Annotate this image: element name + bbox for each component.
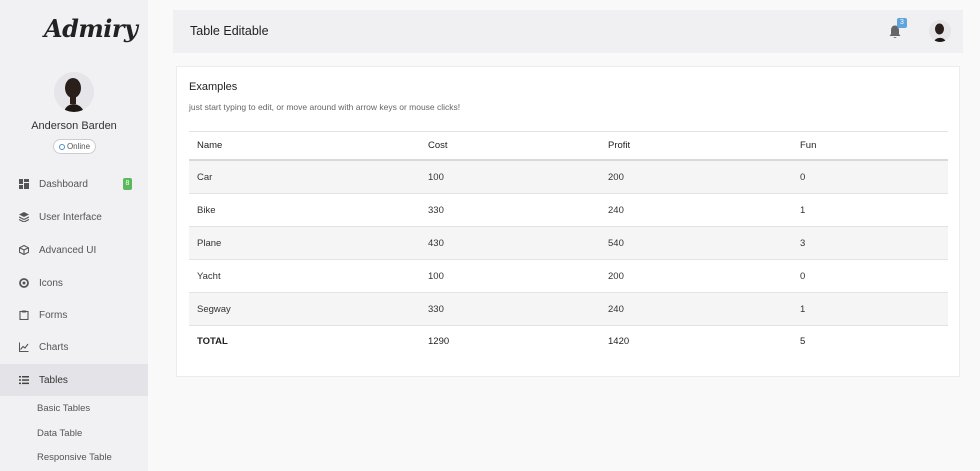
header-avatar[interactable] <box>929 20 951 42</box>
table-row: Plane 430 540 3 <box>189 227 948 260</box>
table-cell[interactable]: 1 <box>800 205 805 216</box>
column-header-name: Name <box>197 140 223 151</box>
table-row: Segway 330 240 1 <box>189 293 948 326</box>
sidebar-item-advanced-ui[interactable]: Advanced UI <box>0 234 148 266</box>
table-cell[interactable]: 330 <box>428 304 444 315</box>
table-cell[interactable]: 430 <box>428 238 444 249</box>
column-header-cost: Cost <box>428 140 448 151</box>
table-header-row: Name Cost Profit Fun <box>189 131 948 161</box>
table-cell[interactable]: 200 <box>608 172 624 183</box>
table-cell[interactable]: Bike <box>197 205 215 216</box>
dashboard-icon <box>19 179 29 189</box>
cube-icon <box>19 245 29 255</box>
table-cell[interactable]: 240 <box>608 304 624 315</box>
table-cell[interactable]: Yacht <box>197 271 221 282</box>
table-cell[interactable]: 540 <box>608 238 624 249</box>
notification-badge: 3 <box>897 18 907 28</box>
sidebar-item-label: Forms <box>39 309 68 321</box>
sidebar-item-label: Charts <box>39 341 69 353</box>
online-icon <box>58 143 65 150</box>
total-label: TOTAL <box>197 335 228 347</box>
sidebar-item-label: Icons <box>39 277 63 289</box>
table-cell[interactable]: 330 <box>428 205 444 216</box>
layers-icon <box>19 212 29 222</box>
table-cell[interactable]: Segway <box>197 304 231 315</box>
sidebar-item-label: User Interface <box>39 211 102 223</box>
sidebar-item-forms[interactable]: Forms <box>0 299 148 331</box>
sidebar-item-tables[interactable]: Tables <box>0 364 148 396</box>
column-header-fun: Fun <box>800 140 817 151</box>
card-title: Examples <box>189 81 238 93</box>
total-profit: 1420 <box>608 335 630 347</box>
brand-logo[interactable]: Admiry <box>44 14 138 43</box>
table-total-row: TOTAL 1290 1420 5 <box>189 326 948 356</box>
user-name: Anderson Barden <box>31 120 117 132</box>
sidebar-item-icons[interactable]: Icons <box>0 267 148 299</box>
sidebar-subitem-data-table[interactable]: Data Table <box>37 428 82 439</box>
nav-badge: 8 <box>123 178 132 190</box>
top-header: Table Editable 3 <box>173 10 963 53</box>
table-cell[interactable]: 0 <box>800 172 805 183</box>
table-cell[interactable]: Car <box>197 172 212 183</box>
status-text: Online <box>66 142 91 151</box>
table-cell[interactable]: 200 <box>608 271 624 282</box>
total-cost: 1290 <box>428 335 450 347</box>
table-cell[interactable]: 1 <box>800 304 805 315</box>
sidebar-item-user-interface[interactable]: User Interface <box>0 201 148 233</box>
user-avatar-icon <box>54 72 94 112</box>
total-fun: 5 <box>800 335 806 347</box>
sidebar-item-charts[interactable]: Charts <box>0 331 148 363</box>
sidebar-item-label: Tables <box>39 374 68 386</box>
list-icon <box>19 375 29 385</box>
sidebar-subitem-responsive-table[interactable]: Responsive Table <box>37 452 112 463</box>
table-cell[interactable]: 100 <box>428 172 444 183</box>
clipboard-icon <box>19 310 29 320</box>
editable-table: Name Cost Profit Fun Car 100 200 0 Bike … <box>189 131 948 356</box>
user-avatar-icon <box>929 20 951 42</box>
avatar[interactable] <box>54 72 94 112</box>
sidebar-subitem-basic-tables[interactable]: Basic Tables <box>37 403 90 414</box>
circle-icon <box>19 278 29 288</box>
table-row: Yacht 100 200 0 <box>189 260 948 293</box>
table-row: Bike 330 240 1 <box>189 194 948 227</box>
editable-table-card: Examples just start typing to edit, or m… <box>176 66 960 377</box>
sidebar: Admiry Anderson Barden Online Dashboard … <box>0 0 148 471</box>
card-subtitle: just start typing to edit, or move aroun… <box>189 102 461 112</box>
table-cell[interactable]: 3 <box>800 238 805 249</box>
page-title: Table Editable <box>190 24 269 38</box>
sidebar-item-label: Dashboard <box>39 178 88 190</box>
table-cell[interactable]: 0 <box>800 271 805 282</box>
table-cell[interactable]: Plane <box>197 238 221 249</box>
table-cell[interactable]: 240 <box>608 205 624 216</box>
status-badge: Online <box>53 139 96 154</box>
line-chart-icon <box>19 342 29 352</box>
table-cell[interactable]: 100 <box>428 271 444 282</box>
sidebar-item-label: Advanced UI <box>39 244 97 256</box>
column-header-profit: Profit <box>608 140 631 151</box>
table-row: Car 100 200 0 <box>189 161 948 194</box>
sidebar-item-dashboard[interactable]: Dashboard 8 <box>0 168 148 200</box>
